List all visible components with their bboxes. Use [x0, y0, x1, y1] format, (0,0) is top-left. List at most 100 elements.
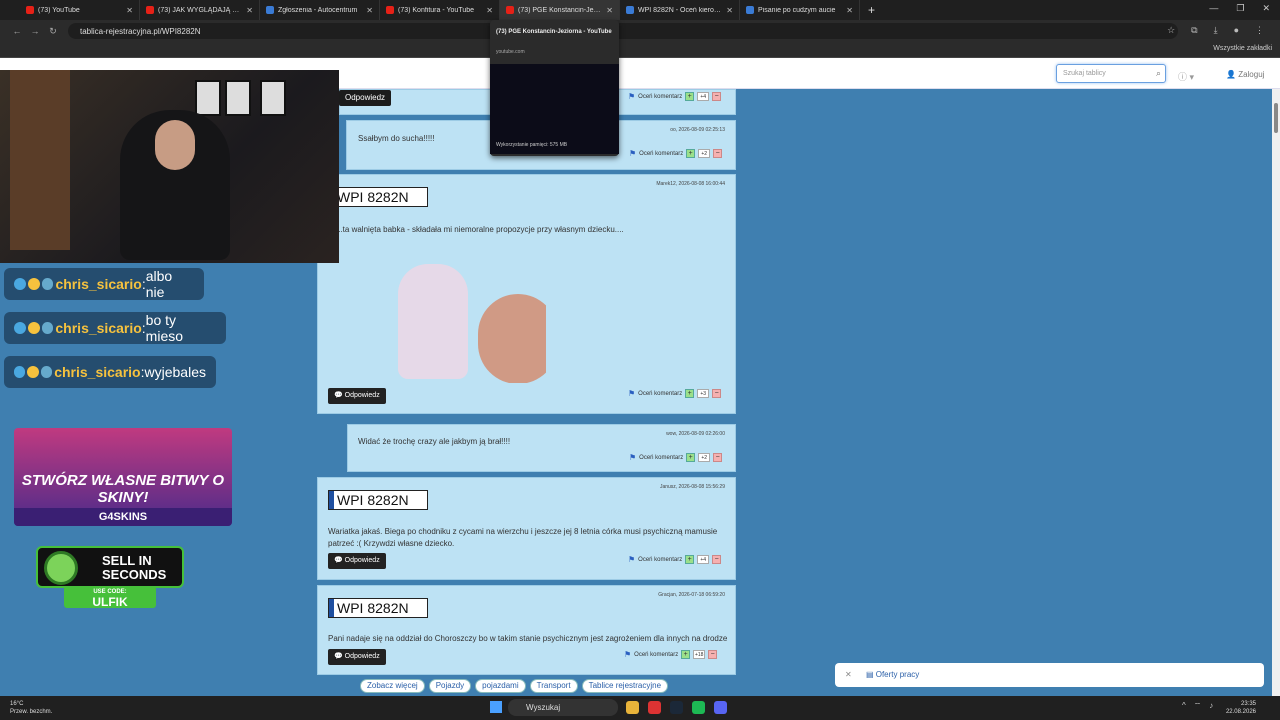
reply-button[interactable]: 💬 Odpowiedz	[328, 649, 386, 665]
comment-rating: ⚑ Oceń komentarz + +18 −	[624, 650, 718, 659]
flag-icon[interactable]: ⚑	[628, 92, 635, 101]
taskbar-search[interactable]: Wyszukaj	[508, 699, 618, 716]
close-icon[interactable]: ✕	[845, 670, 852, 679]
tab-hover-card: (73) PGE Konstancin-Jeziorna - YouTube y…	[490, 20, 619, 156]
flag-icon[interactable]: ⚑	[629, 453, 636, 462]
download-icon[interactable]: ⤓	[1214, 25, 1218, 36]
volume-icon[interactable]: ♪	[1209, 701, 1213, 711]
comment-rating: ⚑ Oceń komentarz + +2 −	[629, 149, 723, 158]
login-link[interactable]: 👤 Zaloguj	[1226, 70, 1264, 79]
browser-tab[interactable]: WPI 8282N - Oceń kierowcę! ✕	[620, 0, 740, 20]
chrome-icon[interactable]	[648, 701, 661, 714]
tray-arrow-icon[interactable]: ^	[1182, 701, 1186, 711]
tag-button[interactable]: Zobacz więcej	[360, 679, 425, 693]
maximize-icon[interactable]: ❐	[1236, 3, 1244, 14]
tab-preview-thumbnail	[490, 64, 619, 154]
wifi-icon[interactable]: ⌔	[1194, 701, 1202, 711]
upvote-button[interactable]: +	[686, 453, 696, 462]
search-input[interactable]: Szukaj tablicy ⌕	[1056, 64, 1166, 83]
flag-icon[interactable]: ⚑	[628, 389, 635, 398]
downvote-button[interactable]: −	[712, 389, 722, 398]
globe-badge-icon	[41, 322, 54, 334]
upvote-button[interactable]: +	[685, 92, 695, 101]
upvote-button[interactable]: +	[681, 650, 691, 659]
window-controls: — ❐ ✕	[1209, 3, 1270, 14]
browser-tab[interactable]: (73) JAK WYGLĄDAJĄ POLSKIE✕	[140, 0, 260, 20]
close-icon[interactable]: ✕	[726, 6, 733, 15]
webcam-overlay	[0, 70, 339, 263]
reply-icon: 💬	[334, 653, 345, 660]
tag-button[interactable]: Pojazdy	[428, 679, 472, 693]
eu-flag-icon	[329, 491, 334, 509]
upvote-button[interactable]: +	[685, 389, 695, 398]
comment-rating: ⚑ Oceń komentarz + +3 −	[628, 389, 722, 398]
flag-icon[interactable]: ⚑	[629, 149, 636, 158]
reply-button[interactable]: Odpowiedz	[339, 90, 392, 106]
close-window-icon[interactable]: ✕	[1262, 3, 1270, 14]
discord-icon[interactable]	[714, 701, 727, 714]
sub-badge-icon	[27, 366, 39, 378]
flag-icon[interactable]: ⚑	[624, 650, 631, 659]
job-offers-bar[interactable]: ✕ ▤ Oferty pracy	[835, 663, 1264, 687]
minimize-icon[interactable]: —	[1209, 3, 1218, 14]
close-icon[interactable]: ✕	[126, 6, 133, 15]
downvote-button[interactable]: −	[713, 149, 723, 158]
reply-icon: 💬	[334, 392, 345, 399]
sub-badge-icon	[27, 278, 40, 290]
all-bookmarks-link[interactable]: Wszystkie zakładki	[1213, 45, 1272, 52]
youtube-icon	[386, 6, 394, 14]
tab-bar: (73) YouTube✕ (73) JAK WYGLĄDAJĄ POLSKIE…	[0, 0, 1280, 20]
bookmark-star-icon[interactable]: ☆	[1167, 25, 1175, 36]
close-icon[interactable]: ✕	[366, 6, 373, 15]
sword-badge-icon	[14, 322, 26, 334]
comment-card: wow, 2026-08-09 02:26:00 Widać że trochę…	[347, 424, 736, 472]
weather-widget[interactable]: 16°C Przew. bezchm.	[10, 700, 52, 716]
reply-button[interactable]: 💬 Odpowiedz	[328, 388, 386, 404]
browser-tab[interactable]: Pisanie po cudzym aucie ✕	[740, 0, 860, 20]
close-icon[interactable]: ✕	[486, 6, 493, 15]
back-icon[interactable]: ←	[8, 26, 26, 36]
downvote-button[interactable]: −	[713, 453, 723, 462]
site-icon	[266, 6, 274, 14]
youtube-icon	[146, 6, 154, 14]
start-button[interactable]	[490, 701, 502, 713]
menu-icon[interactable]: ⋮	[1255, 25, 1264, 36]
license-plate: WPI 8282N	[328, 187, 428, 207]
sword-badge-icon	[14, 278, 26, 290]
sword-badge-icon	[14, 366, 26, 378]
close-icon[interactable]: ✕	[606, 6, 613, 15]
reload-icon[interactable]: ↻	[44, 26, 62, 37]
downvote-button[interactable]: −	[708, 650, 718, 659]
sell-banner: SELL IN SECONDS	[36, 546, 184, 588]
help-icon[interactable]: ⓘ ▾	[1178, 70, 1194, 83]
file-explorer-icon[interactable]	[626, 701, 639, 714]
page-scrollbar[interactable]	[1272, 89, 1280, 696]
reply-button[interactable]: 💬 Odpowiedz	[328, 553, 386, 569]
browser-tab[interactable]: (73) YouTube ✕	[20, 0, 140, 20]
extensions-icon[interactable]: ⧉	[1191, 25, 1197, 36]
browser-tab[interactable]: (73) Konfitura - YouTube ✕	[380, 0, 500, 20]
close-icon[interactable]: ✕	[846, 6, 853, 15]
profile-icon[interactable]: ●	[1234, 25, 1239, 36]
tag-button[interactable]: Transport	[529, 679, 578, 693]
comment-photo[interactable]	[328, 234, 546, 383]
steam-icon[interactable]	[670, 701, 683, 714]
upvote-button[interactable]: +	[685, 555, 695, 564]
license-plate: WPI 8282N	[328, 598, 428, 618]
browser-tab[interactable]: (73) PGE Konstancin-Jeziorna✕	[500, 0, 620, 20]
taskbar-clock[interactable]: 23:35 22.08.2026	[1226, 700, 1256, 716]
search-icon[interactable]: ⌕	[1156, 68, 1161, 79]
downvote-button[interactable]: −	[712, 555, 722, 564]
tag-button[interactable]: Tablice rejestracyjne	[581, 679, 669, 693]
flag-icon[interactable]: ⚑	[628, 555, 635, 564]
downvote-button[interactable]: −	[712, 92, 722, 101]
spotify-icon[interactable]	[692, 701, 705, 714]
browser-tab[interactable]: Zgłoszenia - Autocentrum ✕	[260, 0, 380, 20]
new-tab-button[interactable]: +	[868, 3, 875, 17]
upvote-button[interactable]: +	[686, 149, 696, 158]
tag-button[interactable]: pojazdami	[475, 679, 526, 693]
forward-icon[interactable]: →	[26, 26, 44, 36]
url-field[interactable]: tablica-rejestracyjna.pl/WPI8282N	[68, 23, 1178, 39]
offers-icon: ▤	[865, 670, 876, 679]
close-icon[interactable]: ✕	[246, 6, 253, 15]
